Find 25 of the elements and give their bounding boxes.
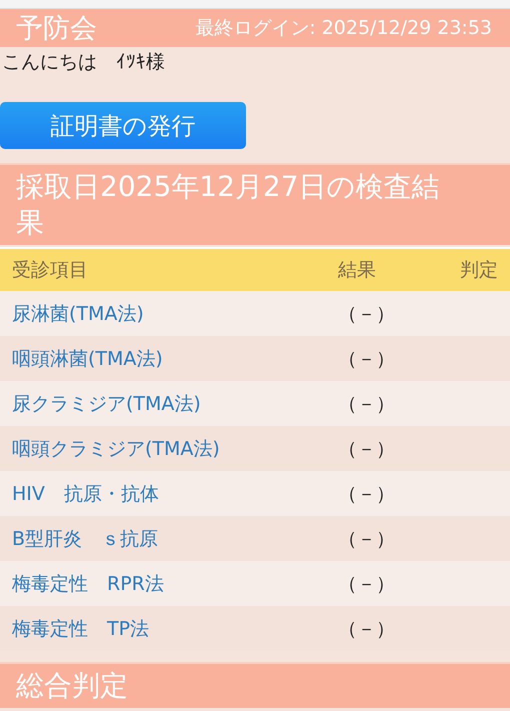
- last-login-text: 最終ログイン: 2025/12/29 23:53: [195, 16, 492, 41]
- test-result: （－）: [338, 436, 396, 462]
- issue-certificate-button[interactable]: 証明書の発行: [0, 102, 246, 149]
- test-result: （－）: [338, 616, 396, 642]
- test-item: 梅毒定性 RPR法: [12, 572, 165, 596]
- test-result: （－）: [338, 302, 396, 326]
- test-item: HIV 抗原・抗体: [12, 482, 160, 506]
- section-title: 採取日2025年12月27日の検査結果: [16, 169, 441, 241]
- test-item: 尿クラミジア(TMA法): [12, 392, 202, 416]
- test-result: （－）: [338, 346, 396, 372]
- site-logo: 予防会: [16, 12, 97, 46]
- test-item: 尿淋菌(TMA法): [12, 302, 145, 326]
- test-item: 咽頭淋菌(TMA法): [12, 346, 164, 372]
- test-result: （－）: [338, 526, 396, 552]
- test-item: B型肝炎 ｓ抗原: [12, 526, 160, 552]
- column-header: 判定: [459, 258, 498, 283]
- test-result: （－）: [338, 482, 396, 506]
- greeting-text: こんにちは ｲﾂｷ様: [1, 50, 166, 75]
- test-result: （－）: [338, 392, 396, 416]
- test-result: （－）: [338, 572, 396, 596]
- column-header: 結果: [338, 258, 377, 283]
- test-item: 梅毒定性 TP法: [12, 616, 150, 642]
- column-header: 受診項目: [12, 258, 89, 283]
- section-title: 総合判定: [16, 668, 129, 704]
- test-item: 咽頭クラミジア(TMA法): [12, 436, 221, 462]
